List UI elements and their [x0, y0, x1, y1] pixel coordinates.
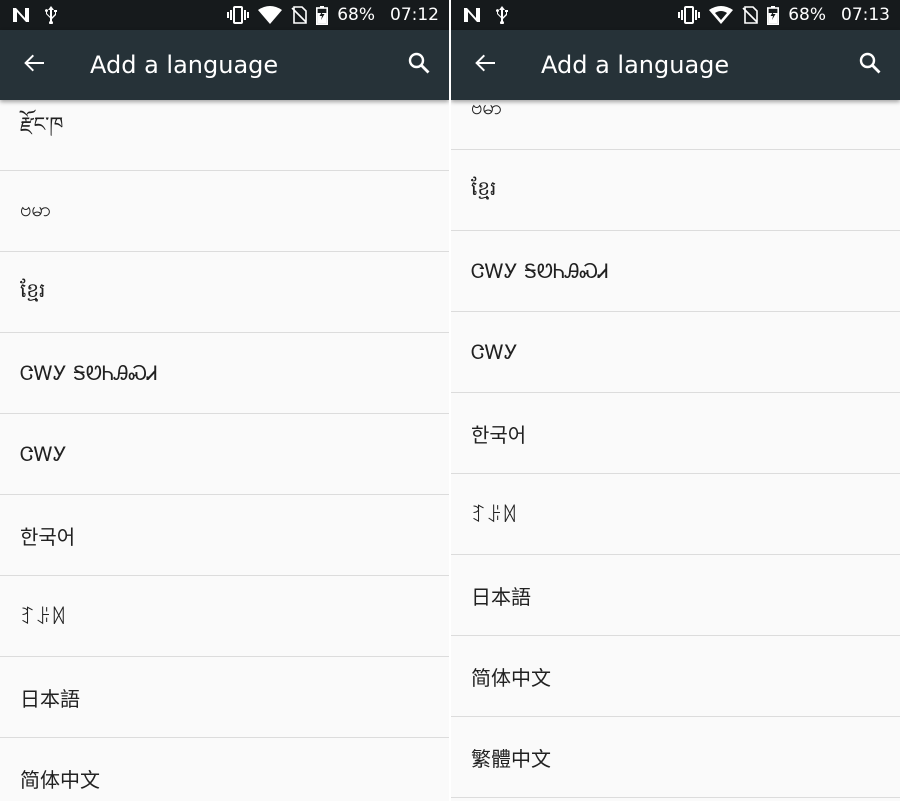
language-item[interactable]: ខ្មែរ: [0, 252, 449, 333]
vibrate-icon: [678, 6, 701, 24]
language-item[interactable]: ᏣᎳᎩ ᎦᏬᏂᎯᏍᏗ: [451, 231, 900, 312]
language-item[interactable]: 日本語: [451, 555, 900, 636]
battery-charging-icon: [767, 5, 780, 25]
language-item[interactable]: ខ្មែរ: [451, 150, 900, 231]
language-item[interactable]: ဗမာ: [0, 171, 449, 252]
left-screen: 68% 07:12 Add a language རྫོང་ཁ ဗမာ ខ្មែ: [0, 0, 449, 801]
search-icon: [407, 51, 431, 79]
screenshot-pair: 68% 07:12 Add a language རྫོང་ཁ ဗမာ ខ្មែ: [0, 0, 900, 801]
search-button[interactable]: [856, 51, 884, 79]
status-bar: 68% 07:12: [0, 0, 449, 30]
language-item[interactable]: 繁體中文: [451, 717, 900, 798]
wifi-icon: [258, 6, 283, 24]
battery-percent: 68%: [788, 5, 826, 25]
language-item[interactable]: ᏣᎳᎩ: [451, 312, 900, 393]
language-item[interactable]: ᏣᎳᎩ ᎦᏬᏂᎯᏍᏗ: [0, 333, 449, 414]
back-arrow-icon: [473, 51, 497, 79]
n-notification-icon: [463, 7, 481, 23]
toolbar: Add a language: [451, 30, 900, 100]
page-title: Add a language: [541, 51, 730, 79]
search-button[interactable]: [405, 51, 433, 79]
language-list[interactable]: རྫོང་ཁ ဗမာ ខ្មែរ ᏣᎳᎩ ᎦᏬᏂᎯᏍᏗ ᏣᎳᎩ 한국어 ꆈꌠꉙ …: [0, 100, 449, 801]
usb-icon: [495, 6, 509, 24]
battery-charging-icon: [316, 5, 329, 25]
usb-icon: [44, 6, 58, 24]
language-item[interactable]: ꆈꌠꉙ: [0, 576, 449, 657]
language-item[interactable]: ꆈꌠꉙ: [451, 474, 900, 555]
n-notification-icon: [12, 7, 30, 23]
language-item[interactable]: 日本語: [0, 657, 449, 738]
no-sim-icon: [291, 6, 308, 24]
back-arrow-icon: [22, 51, 46, 79]
battery-percent: 68%: [337, 5, 375, 25]
page-title: Add a language: [90, 51, 279, 79]
status-bar: 68% 07:13: [451, 0, 900, 30]
language-item[interactable]: 한국어: [451, 393, 900, 474]
language-item[interactable]: 简体中文: [451, 636, 900, 717]
back-button[interactable]: [20, 51, 48, 79]
language-list[interactable]: ဗမာ ខ្មែរ ᏣᎳᎩ ᎦᏬᏂᎯᏍᏗ ᏣᎳᎩ 한국어 ꆈꌠꉙ 日本語 简体中…: [451, 100, 900, 801]
search-icon: [858, 51, 882, 79]
language-item[interactable]: 简体中文: [0, 738, 449, 801]
language-item[interactable]: 한국어: [0, 495, 449, 576]
wifi-icon: [709, 6, 734, 24]
language-item[interactable]: རྫོང་ཁ: [0, 100, 449, 171]
clock: 07:13: [841, 5, 890, 25]
back-button[interactable]: [471, 51, 499, 79]
vibrate-icon: [227, 6, 250, 24]
language-item[interactable]: ဗမာ: [451, 100, 900, 150]
language-item[interactable]: ᏣᎳᎩ: [0, 414, 449, 495]
no-sim-icon: [742, 6, 759, 24]
clock: 07:12: [390, 5, 439, 25]
toolbar: Add a language: [0, 30, 449, 100]
right-screen: 68% 07:13 Add a language ဗမာ ខ្មែរ ᏣᎳᎩ Ꭶ: [451, 0, 900, 801]
